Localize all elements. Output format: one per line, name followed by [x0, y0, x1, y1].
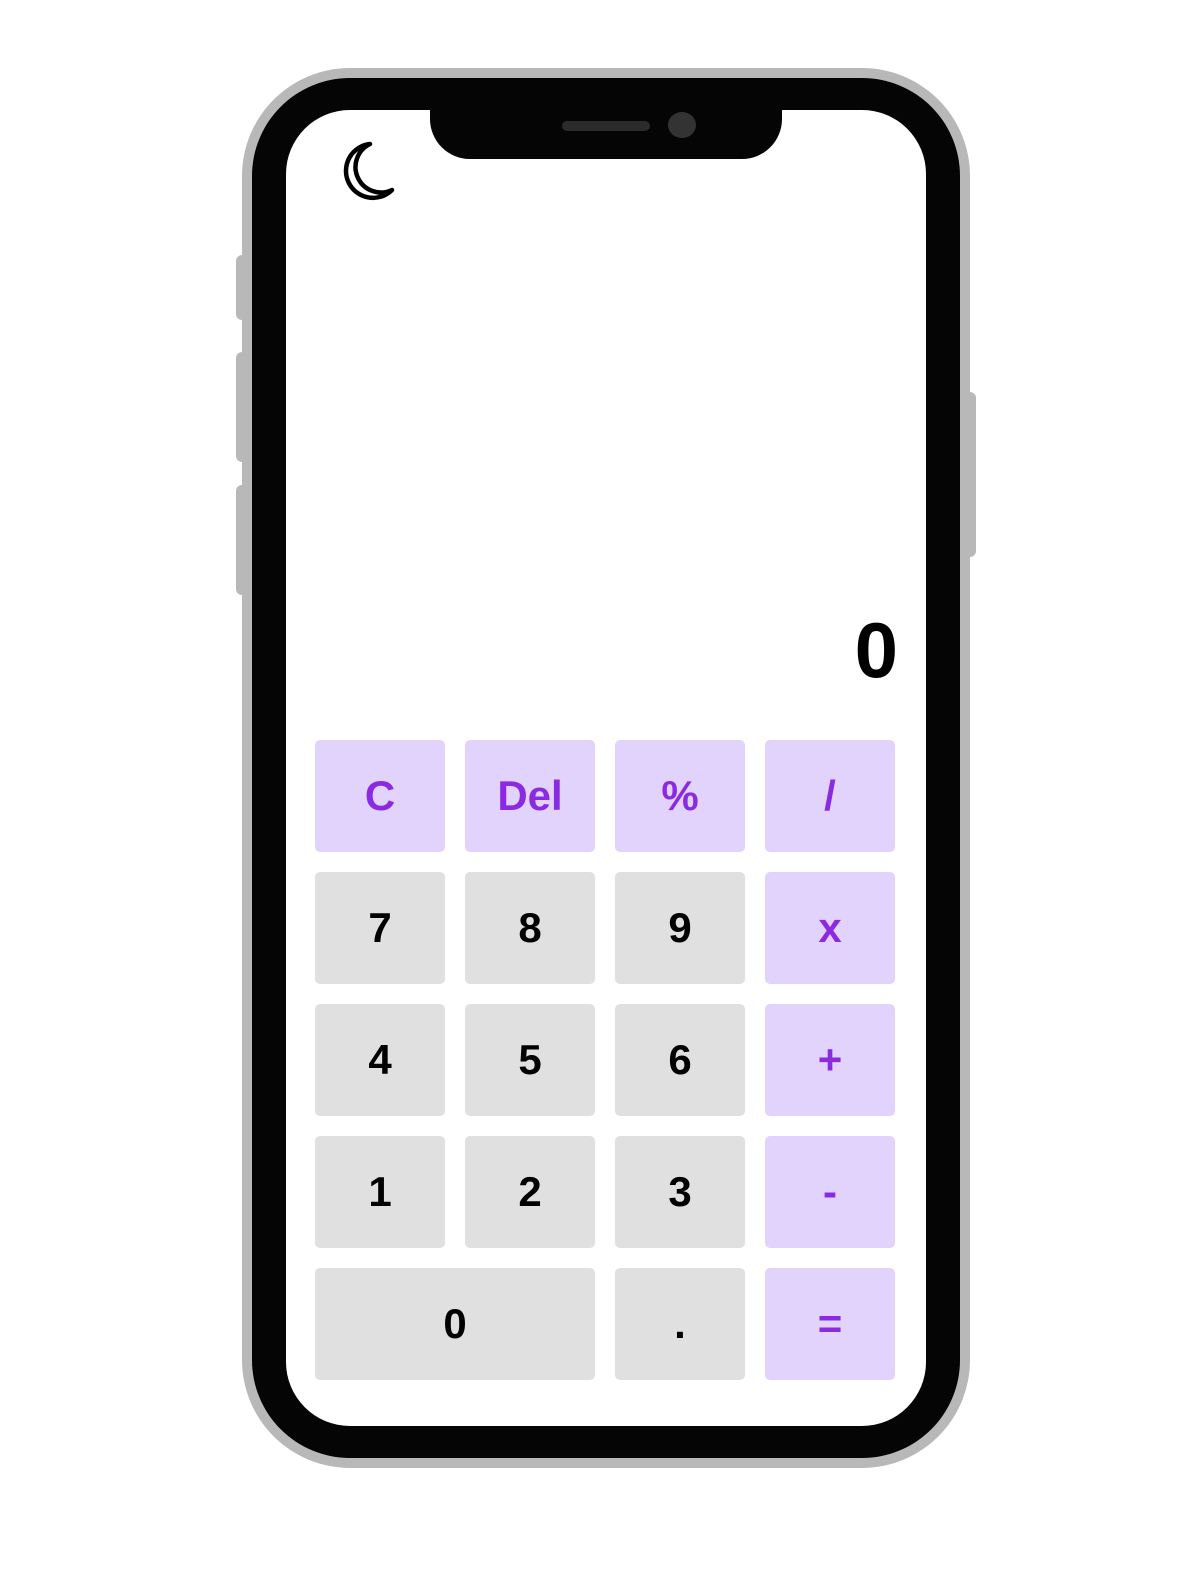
- phone-speaker: [562, 121, 650, 131]
- divide-button[interactable]: /: [765, 740, 895, 852]
- digit-0-button[interactable]: 0: [315, 1268, 595, 1380]
- keypad: C Del%/ 7 8 9 x 4 5 6 +1 2 3- 0. =: [315, 740, 895, 1380]
- moon-icon: [343, 141, 395, 201]
- delete-button[interactable]: Del: [465, 740, 595, 852]
- phone-camera: [668, 112, 696, 138]
- decimal-button[interactable]: .: [615, 1268, 745, 1380]
- multiply-button[interactable]: x: [765, 872, 895, 984]
- subtract-button[interactable]: -: [765, 1136, 895, 1248]
- digit-3-button[interactable]: 3: [615, 1136, 745, 1248]
- calculator-display: 0: [854, 606, 898, 694]
- page: 0 C Del%/ 7 8 9 x 4 5 6 +1 2 3- 0. =: [0, 0, 1193, 1571]
- equals-button[interactable]: =: [765, 1268, 895, 1380]
- theme-toggle-button[interactable]: [336, 138, 398, 204]
- digit-8-button[interactable]: 8: [465, 872, 595, 984]
- clear-button[interactable]: C: [315, 740, 445, 852]
- digit-1-button[interactable]: 1: [315, 1136, 445, 1248]
- percent-button[interactable]: %: [615, 740, 745, 852]
- add-button[interactable]: +: [765, 1004, 895, 1116]
- digit-9-button[interactable]: 9: [615, 872, 745, 984]
- digit-4-button[interactable]: 4: [315, 1004, 445, 1116]
- digit-7-button[interactable]: 7: [315, 872, 445, 984]
- digit-5-button[interactable]: 5: [465, 1004, 595, 1116]
- digit-2-button[interactable]: 2: [465, 1136, 595, 1248]
- digit-6-button[interactable]: 6: [615, 1004, 745, 1116]
